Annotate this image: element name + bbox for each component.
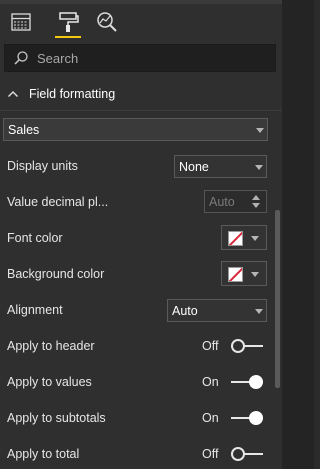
chevron-down-icon — [255, 309, 263, 314]
apply-values-state: On — [202, 375, 219, 389]
section-divider — [0, 110, 282, 111]
chevron-down-icon — [251, 272, 259, 277]
apply-values-label: Apply to values — [7, 375, 92, 389]
pane-tabs — [0, 6, 282, 38]
apply-header-state: Off — [202, 339, 219, 353]
tab-format[interactable] — [51, 6, 85, 38]
field-select-value: Sales — [8, 122, 40, 137]
toggle-knob — [249, 375, 263, 389]
paint-roller-icon — [59, 12, 79, 32]
active-tab-indicator — [55, 36, 81, 38]
section-title: Field formatting — [29, 87, 116, 101]
apply-values-toggle[interactable] — [231, 375, 263, 389]
field-select-dropdown[interactable]: Sales — [3, 118, 268, 141]
display-units-label: Display units — [7, 159, 78, 173]
chevron-down-icon — [255, 165, 263, 170]
spin-up-icon[interactable] — [252, 195, 260, 200]
value-decimal-label: Value decimal pl... — [7, 195, 109, 209]
analytics-icon — [97, 12, 117, 32]
apply-subtotals-label: Apply to subtotals — [7, 411, 106, 425]
alignment-label: Alignment — [7, 303, 63, 317]
apply-total-state: Off — [202, 447, 219, 461]
apply-subtotals-state: On — [202, 411, 219, 425]
search-icon — [14, 51, 28, 65]
tab-analytics[interactable] — [90, 6, 124, 38]
alignment-dropdown[interactable]: Auto — [167, 299, 267, 322]
toggle-knob — [231, 447, 245, 461]
color-swatch — [228, 267, 243, 282]
apply-header-toggle[interactable] — [231, 339, 263, 353]
display-units-dropdown[interactable]: None — [174, 155, 267, 178]
tab-fields[interactable] — [4, 6, 38, 38]
value-decimal-value: Auto — [209, 195, 235, 209]
display-units-value: None — [179, 160, 209, 174]
field-formatting-header[interactable]: Field formatting — [0, 82, 282, 106]
background-color-label: Background color — [7, 267, 105, 281]
search-box[interactable] — [4, 44, 276, 72]
canvas-edge — [282, 0, 314, 469]
apply-subtotals-toggle[interactable] — [231, 411, 263, 425]
background-color-picker[interactable] — [221, 261, 267, 286]
apply-header-label: Apply to header — [7, 339, 95, 353]
fields-icon — [11, 13, 31, 31]
toggle-knob — [249, 411, 263, 425]
chevron-down-icon — [251, 236, 259, 241]
font-color-label: Font color — [7, 231, 63, 245]
chevron-down-icon — [256, 128, 264, 133]
color-swatch — [228, 231, 243, 246]
value-decimal-spinner[interactable]: Auto — [204, 190, 267, 213]
spin-down-icon[interactable] — [252, 203, 260, 208]
chevron-up-icon — [8, 91, 18, 97]
search-input[interactable] — [35, 49, 259, 67]
apply-total-toggle[interactable] — [231, 447, 263, 461]
toggle-knob — [231, 339, 245, 353]
top-strip — [0, 0, 282, 4]
font-color-picker[interactable] — [221, 225, 267, 250]
apply-total-label: Apply to total — [7, 447, 80, 461]
scrollbar-thumb[interactable] — [275, 210, 280, 388]
alignment-value: Auto — [172, 304, 198, 318]
